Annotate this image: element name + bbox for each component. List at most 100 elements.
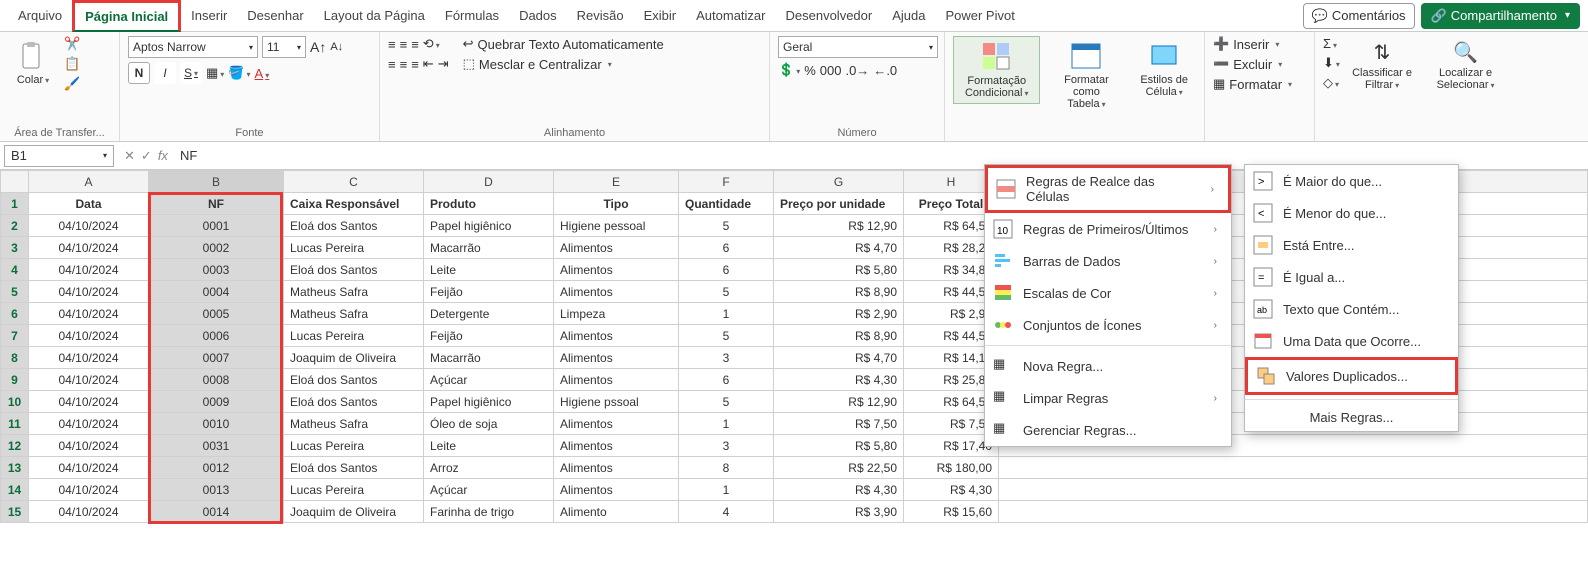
col-C[interactable]: C	[284, 171, 424, 193]
cancel-formula-button[interactable]: ✕	[124, 148, 135, 164]
cell[interactable]: Higiene pssoal	[554, 391, 679, 413]
cell[interactable]	[999, 501, 1588, 523]
cell[interactable]: 8	[679, 457, 774, 479]
cell[interactable]: Arroz	[424, 457, 554, 479]
comments-button[interactable]: 💬 Comentários	[1303, 3, 1415, 29]
cell[interactable]: R$ 8,90	[774, 281, 904, 303]
cell[interactable]: 04/10/2024	[29, 369, 149, 391]
paste-button[interactable]: Colar	[8, 36, 58, 90]
fill-button[interactable]: ⬇	[1323, 55, 1340, 71]
tab-pagina-inicial[interactable]: Página Inicial	[72, 0, 181, 32]
cell[interactable]: R$ 4,30	[774, 479, 904, 501]
cell[interactable]: Matheus Safra	[284, 281, 424, 303]
col-B[interactable]: B	[149, 171, 284, 193]
tab-inserir[interactable]: Inserir	[181, 2, 237, 29]
borders-button[interactable]: ▦	[206, 65, 224, 81]
cell[interactable]: Papel higiênico	[424, 391, 554, 413]
cell[interactable]: 04/10/2024	[29, 259, 149, 281]
cell[interactable]: Leite	[424, 259, 554, 281]
cell[interactable]: Alimentos	[554, 413, 679, 435]
cell[interactable]: 04/10/2024	[29, 215, 149, 237]
comma-format-button[interactable]: 000	[820, 63, 842, 78]
decrease-decimal-button[interactable]: ←.0	[873, 63, 897, 78]
cell[interactable]: 04/10/2024	[29, 237, 149, 259]
cell[interactable]	[999, 479, 1588, 501]
cell[interactable]: Eloá dos Santos	[284, 457, 424, 479]
cell[interactable]: Joaquim de Oliveira	[284, 347, 424, 369]
autosum-button[interactable]: Σ	[1323, 36, 1340, 51]
cell[interactable]: R$ 7,50	[774, 413, 904, 435]
align-bottom-button[interactable]: ≡	[411, 37, 419, 52]
cell[interactable]: 3	[679, 347, 774, 369]
cell[interactable]: Matheus Safra	[284, 303, 424, 325]
row-3[interactable]: 3	[1, 237, 29, 259]
number-format-select[interactable]: Geral▾	[778, 36, 938, 58]
cell[interactable]: R$ 15,60	[904, 501, 999, 523]
cell[interactable]: Lucas Pereira	[284, 325, 424, 347]
find-select-button[interactable]: 🔍 Localizar e Selecionar	[1424, 36, 1507, 95]
cell[interactable]: 6	[679, 259, 774, 281]
cell[interactable]: R$ 2,90	[774, 303, 904, 325]
share-button[interactable]: 🔗 Compartilhamento	[1421, 3, 1580, 29]
cell[interactable]: Matheus Safra	[284, 413, 424, 435]
format-painter-button[interactable]: 🖌️	[64, 76, 80, 92]
cell[interactable]: 0008	[149, 369, 284, 391]
cell[interactable]: 04/10/2024	[29, 325, 149, 347]
row-5[interactable]: 5	[1, 281, 29, 303]
menu-top-bottom-rules[interactable]: 10 Regras de Primeiros/Últimos ›	[985, 213, 1231, 245]
format-cells-button[interactable]: ▦Formatar	[1213, 76, 1292, 92]
cell[interactable]: Caixa Responsável	[284, 193, 424, 215]
menu-clear-rules[interactable]: ▦ Limpar Regras ›	[985, 382, 1231, 414]
cell[interactable]: R$ 4,30	[774, 369, 904, 391]
cell[interactable]: 04/10/2024	[29, 413, 149, 435]
cell[interactable]: Preço por unidade	[774, 193, 904, 215]
clear-button[interactable]: ◇	[1323, 75, 1340, 91]
spreadsheet-grid[interactable]: A B C D E F G H N 1 Data NF Caixa Respon…	[0, 170, 1588, 523]
cell[interactable]: 0010	[149, 413, 284, 435]
cell[interactable]: Joaquim de Oliveira	[284, 501, 424, 523]
cell[interactable]: Alimentos	[554, 435, 679, 457]
cell[interactable]: 0013	[149, 479, 284, 501]
fx-button[interactable]: fx	[158, 148, 168, 164]
menu-between[interactable]: Está Entre...	[1245, 229, 1458, 261]
cell[interactable]	[999, 457, 1588, 479]
cell[interactable]: 0002	[149, 237, 284, 259]
merge-center-button[interactable]: ⬚ Mesclar e Centralizar	[463, 56, 664, 72]
increase-indent-button[interactable]: ⇥	[438, 56, 449, 72]
cell[interactable]: 5	[679, 281, 774, 303]
cell[interactable]: R$ 4,70	[774, 347, 904, 369]
col-E[interactable]: E	[554, 171, 679, 193]
row-12[interactable]: 12	[1, 435, 29, 457]
row-1[interactable]: 1	[1, 193, 29, 215]
enter-formula-button[interactable]: ✓	[141, 148, 152, 164]
increase-decimal-button[interactable]: .0→	[845, 63, 869, 78]
cell[interactable]: 1	[679, 479, 774, 501]
col-D[interactable]: D	[424, 171, 554, 193]
cell[interactable]: NF	[149, 193, 284, 215]
cell[interactable]: Lucas Pereira	[284, 435, 424, 457]
cell[interactable]: Farinha de trigo	[424, 501, 554, 523]
tab-exibir[interactable]: Exibir	[634, 2, 687, 29]
tab-desenhar[interactable]: Desenhar	[237, 2, 313, 29]
menu-color-scales[interactable]: Escalas de Cor ›	[985, 277, 1231, 309]
cell[interactable]: 5	[679, 215, 774, 237]
cell[interactable]: Feijão	[424, 325, 554, 347]
cell[interactable]: Alimentos	[554, 281, 679, 303]
cell[interactable]: 0031	[149, 435, 284, 457]
cell[interactable]: Produto	[424, 193, 554, 215]
cell[interactable]: Alimentos	[554, 259, 679, 281]
cell[interactable]: Alimento	[554, 501, 679, 523]
bold-button[interactable]: N	[128, 62, 150, 84]
conditional-formatting-button[interactable]: Formatação Condicional	[953, 36, 1040, 104]
align-top-button[interactable]: ≡	[388, 37, 396, 52]
tab-desenvolvedor[interactable]: Desenvolvedor	[776, 2, 883, 29]
insert-cells-button[interactable]: ➕Inserir	[1213, 36, 1279, 52]
cell[interactable]: Eloá dos Santos	[284, 215, 424, 237]
cell[interactable]: R$ 5,80	[774, 435, 904, 457]
align-center-button[interactable]: ≡	[400, 57, 408, 72]
col-A[interactable]: A	[29, 171, 149, 193]
menu-data-bars[interactable]: Barras de Dados ›	[985, 245, 1231, 277]
underline-button[interactable]: S	[180, 62, 202, 84]
cell[interactable]: Lucas Pereira	[284, 479, 424, 501]
menu-highlight-rules[interactable]: Regras de Realce das Células ›	[985, 165, 1231, 213]
